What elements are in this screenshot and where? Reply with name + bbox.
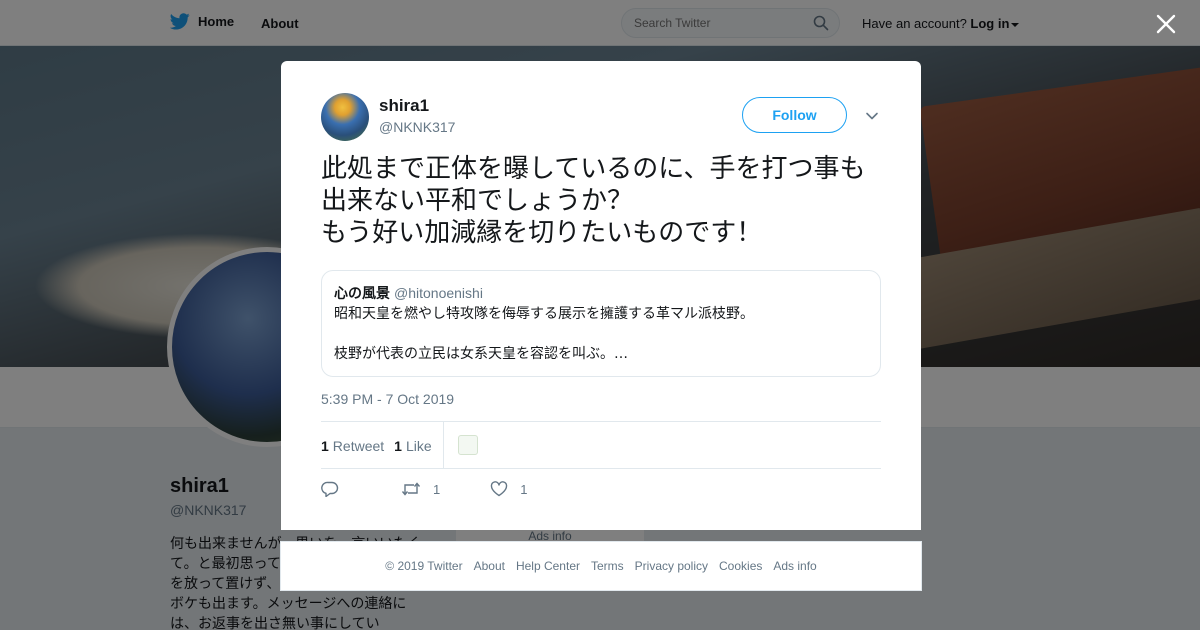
liker-avatar[interactable]	[458, 435, 478, 455]
author-name[interactable]: shira1	[379, 96, 429, 116]
heart-icon	[491, 481, 508, 497]
footer-link-cookies[interactable]: Cookies	[719, 559, 762, 573]
retweets-stat[interactable]: 1 Retweet	[321, 438, 384, 454]
tweet-stats: 1 Retweet 1 Like	[321, 422, 881, 469]
retweets-label: Retweet	[332, 437, 385, 454]
reply-button[interactable]	[321, 481, 339, 497]
stats-separator	[443, 422, 444, 469]
tweet-text: 此処まで正体を曝しているのに、手を打つ事も出来ない平和でしょうか？ もう好い加減…	[321, 154, 866, 248]
like-count: 1	[520, 481, 528, 497]
chevron-down-icon[interactable]	[865, 109, 879, 123]
footer-link-about[interactable]: About	[474, 559, 505, 573]
quoted-tweet-text-line-1: 昭和天皇を燃やし特攻隊を侮辱する展示を擁護する革マル派枝野。	[334, 306, 754, 322]
footer-link-privacy[interactable]: Privacy policy	[635, 559, 708, 573]
footer-link-terms[interactable]: Terms	[591, 559, 624, 573]
footer-links: © 2019 Twitter About Help Center Terms P…	[280, 541, 922, 591]
quoted-author-handle: @hitonoenishi	[394, 285, 483, 301]
like-button[interactable]: 1	[490, 481, 527, 497]
retweets-count: 1	[321, 437, 329, 454]
quoted-tweet[interactable]: 心の風景 @hitonoenishi 昭和天皇を燃やし特攻隊を侮辱する展示を擁護す…	[321, 270, 881, 377]
quoted-tweet-header: 心の風景 @hitonoenishi	[334, 284, 868, 302]
retweet-icon	[401, 482, 421, 496]
quoted-tweet-text-line-2: 枝野が代表の立民は女系天皇を容認を叫ぶ。…	[334, 346, 628, 362]
likes-stat[interactable]: 1 Like	[394, 438, 431, 454]
close-icon[interactable]	[1154, 12, 1178, 36]
quoted-author-name: 心の風景	[334, 285, 390, 301]
footer-link-help-center[interactable]: Help Center	[516, 559, 580, 573]
tweet-timestamp[interactable]: 5:39 PM - 7 Oct 2019	[321, 391, 454, 407]
retweet-button[interactable]: 1	[401, 481, 440, 497]
retweet-count: 1	[433, 481, 441, 497]
follow-button[interactable]: Follow	[742, 97, 847, 133]
footer-link-ads-info[interactable]: Ads info	[773, 559, 816, 573]
likes-count: 1	[394, 437, 402, 454]
footer-copyright[interactable]: © 2019 Twitter	[385, 559, 462, 573]
tweet-actions: 1 1	[321, 479, 527, 499]
author-handle[interactable]: @NKNK317	[379, 119, 455, 135]
tweet-modal: shira1 @NKNK317 Follow 此処まで正体を曝しているのに、手を…	[281, 61, 921, 530]
author-avatar[interactable]	[321, 93, 369, 141]
reply-icon	[321, 481, 339, 497]
likes-label: Like	[405, 437, 432, 454]
divider	[321, 468, 881, 469]
